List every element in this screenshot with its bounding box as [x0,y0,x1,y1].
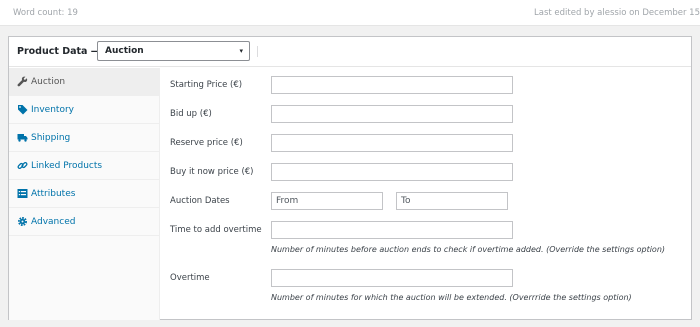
tab-attributes-label: Attributes [31,189,76,199]
tag-icon [17,104,28,115]
reserve-price-label: Reserve price (€) [170,138,243,148]
time-overtime-input[interactable] [271,221,513,239]
date-from-placeholder: From [276,196,299,206]
overtime-label: Overtime [170,273,210,283]
tab-attributes[interactable]: Attributes [9,180,160,208]
truck-icon [17,132,28,143]
tab-inventory-label: Inventory [31,105,74,115]
tab-shipping[interactable]: Shipping [9,124,160,152]
product-data-tabs: Auction Inventory Shipping Linked Produc… [9,68,160,320]
buy-now-price-input[interactable] [271,163,513,181]
reserve-price-input[interactable] [271,134,513,152]
time-overtime-description: Number of minutes before auction ends to… [271,245,666,254]
starting-price-label: Starting Price (€) [170,80,243,90]
product-data-header: Product Data — Auction ▾ [9,37,691,67]
date-from-input[interactable]: From [271,192,383,210]
tab-linked-products[interactable]: Linked Products [9,152,160,180]
buy-now-price-label: Buy it now price (€) [170,167,254,177]
tab-auction[interactable]: Auction [9,68,160,96]
tab-inventory[interactable]: Inventory [9,96,160,124]
editor-status-bar: Word count: 19 Last edited by alessio on… [0,0,700,26]
last-edited-text: Last edited by alessio on December 15 [534,8,700,18]
product-data-metabox: Product Data — Auction ▾ Auction Invento… [8,36,692,320]
header-separator [257,46,258,57]
link-icon [17,160,28,171]
overtime-input[interactable] [271,269,513,287]
wrench-icon [17,76,28,87]
list-icon [17,188,28,199]
chevron-down-icon: ▾ [239,47,243,55]
tab-shipping-label: Shipping [31,133,71,143]
gear-icon [17,216,28,227]
bid-up-label: Bid up (€) [170,109,212,119]
starting-price-input[interactable] [271,76,513,94]
product-type-select[interactable]: Auction ▾ [97,41,250,61]
bid-up-input[interactable] [271,105,513,123]
auction-panel: Starting Price (€) Bid up (€) Reserve pr… [161,68,691,320]
auction-dates-label: Auction Dates [170,196,230,206]
tab-advanced[interactable]: Advanced [9,208,160,236]
product-data-title: Product Data — [17,46,101,57]
tab-auction-label: Auction [31,77,66,87]
overtime-description: Number of minutes for which the auction … [271,293,632,302]
product-type-value: Auction [105,46,144,56]
time-overtime-label: Time to add overtime [170,225,262,235]
tab-linked-products-label: Linked Products [31,161,103,171]
date-to-placeholder: To [401,196,411,206]
date-to-input[interactable]: To [396,192,508,210]
tab-advanced-label: Advanced [31,217,76,227]
word-count: Word count: 19 [13,8,78,18]
